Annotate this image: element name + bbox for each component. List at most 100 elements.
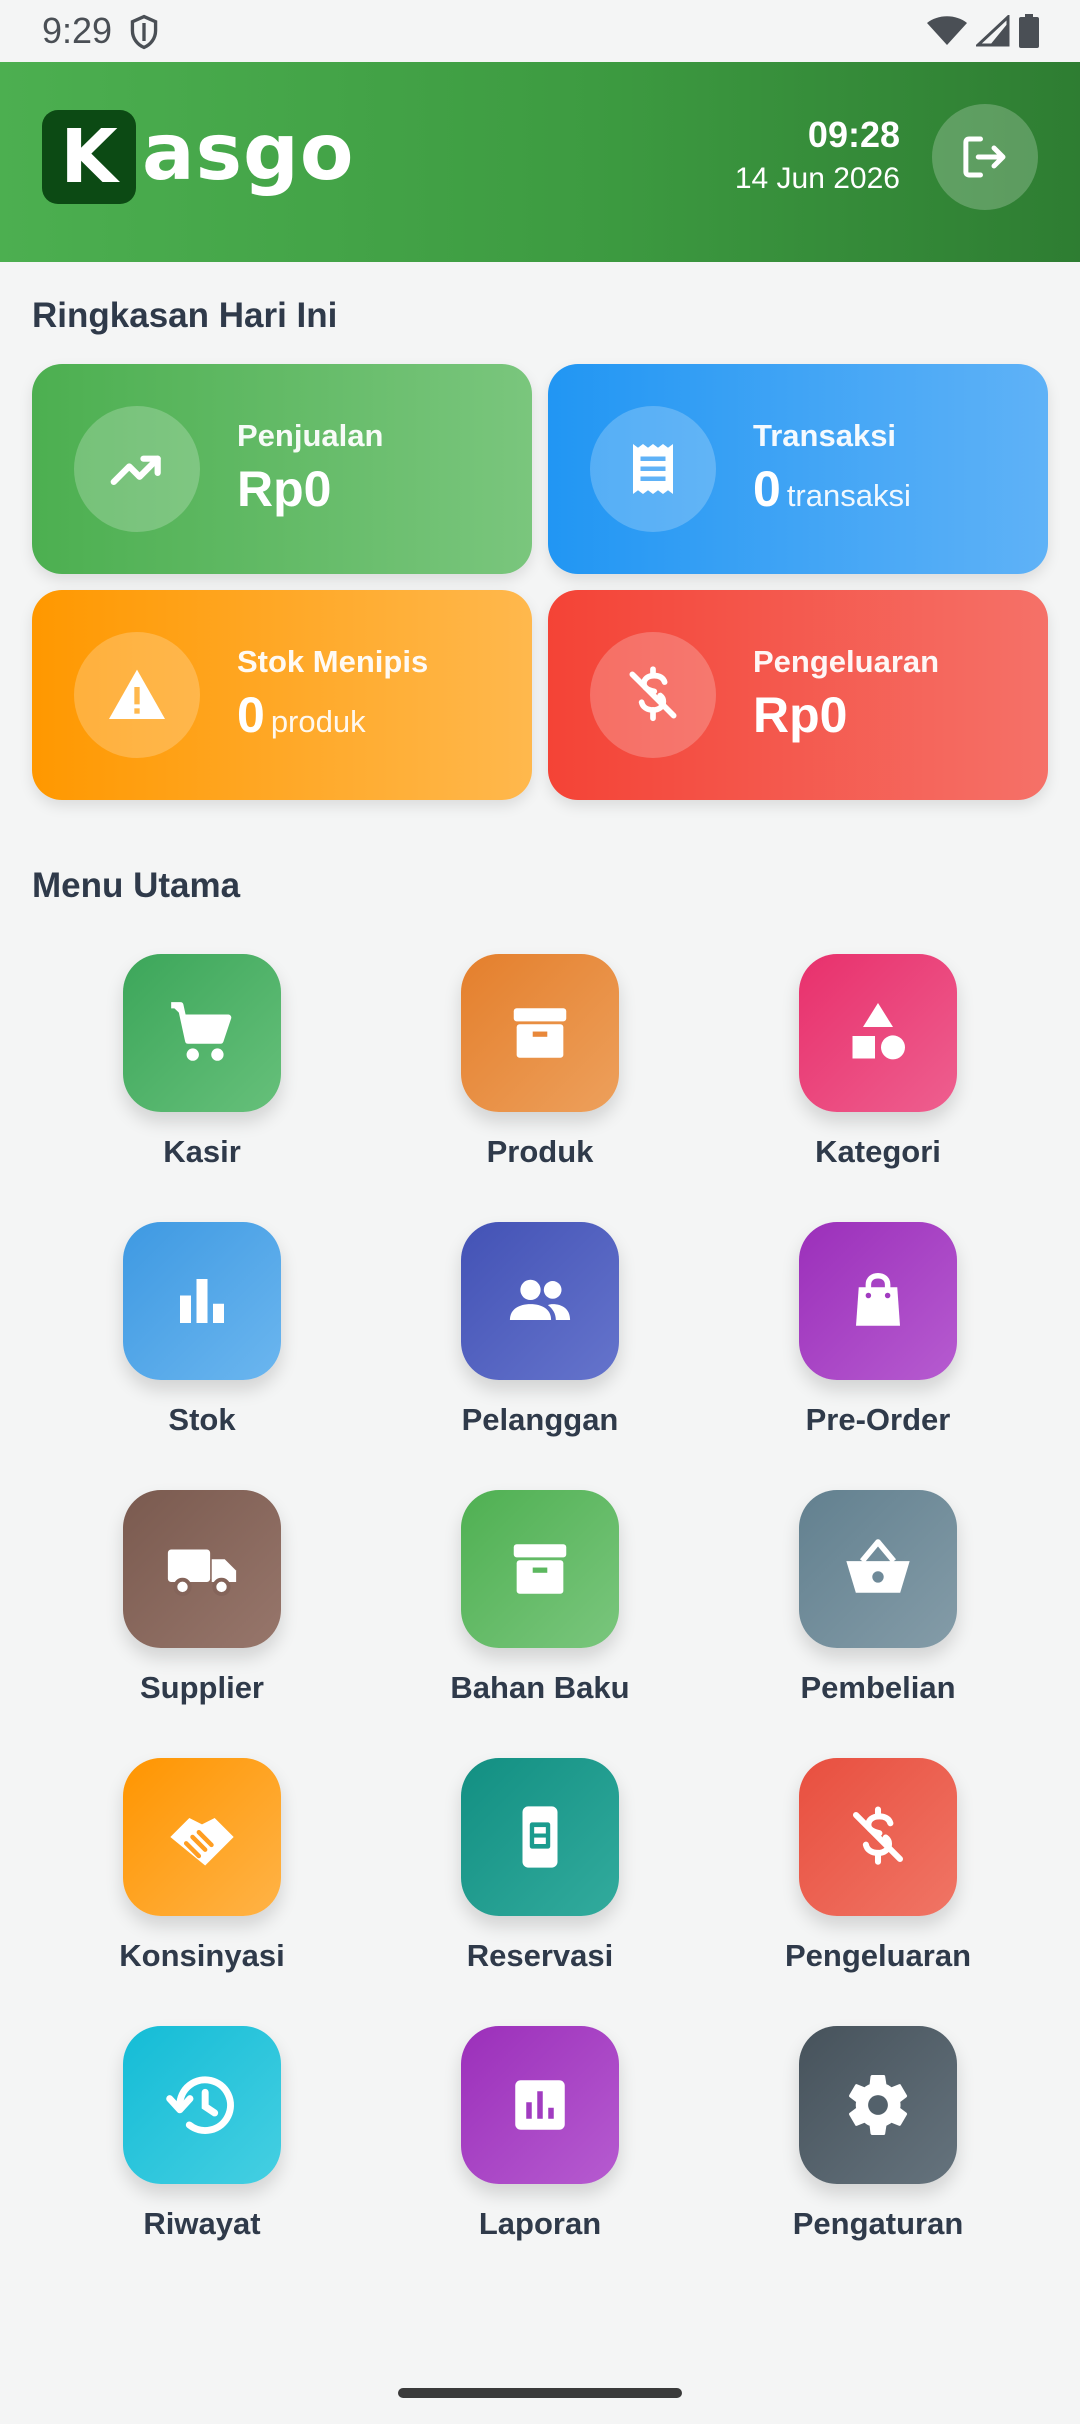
menu-item-stok[interactable]: Stok [72, 1222, 332, 1452]
menu-tile [799, 1490, 957, 1648]
menu-item-pengeluaran[interactable]: Pengeluaran [748, 1758, 1008, 1988]
menu-item-pembelian[interactable]: Pembelian [748, 1490, 1008, 1720]
header-date: 14 Jun 2026 [734, 162, 900, 195]
menu-tile [799, 1758, 957, 1916]
menu-label: Konsinyasi [119, 1938, 285, 1973]
home-indicator[interactable] [398, 2388, 682, 2398]
card-icon-bg [590, 406, 716, 532]
menu-tile [123, 1222, 281, 1380]
shapes-icon [852, 1003, 905, 1060]
card-value-number: Rp0 [237, 461, 332, 517]
menu-tile [461, 1758, 619, 1916]
menu-tile [123, 2026, 281, 2184]
app-header: K asgo 09:28 14 Jun 2026 [0, 62, 1080, 262]
archive-box-icon [513, 1544, 567, 1594]
card-value: Rp0 [753, 686, 847, 744]
people-icon [509, 1279, 571, 1320]
header-time: 09:28 [807, 114, 900, 155]
menu-tile [799, 2026, 957, 2184]
cart-icon [171, 1002, 232, 1061]
wifi-icon [927, 16, 967, 45]
menu-label: Pembelian [800, 1670, 956, 1705]
menu-item-bahan-baku[interactable]: Bahan Baku [410, 1490, 670, 1720]
logo-mark: K [42, 110, 136, 204]
report-icon [515, 2080, 565, 2130]
card-pengeluaran[interactable]: Pengeluaran Rp0 [548, 590, 1048, 800]
card-transaksi[interactable]: Transaksi 0 transaksi [548, 364, 1048, 574]
phone-booking-icon [522, 1806, 558, 1868]
battery-icon [1019, 14, 1039, 48]
card-value-number: 0 [237, 687, 265, 743]
menu-label: Pre-Order [805, 1402, 951, 1437]
handshake-icon [170, 1818, 234, 1866]
menu-tile [123, 954, 281, 1112]
card-icon-bg [74, 406, 200, 532]
menu-tile [123, 1490, 281, 1648]
history-icon [166, 2076, 234, 2134]
menu-label: Produk [486, 1134, 594, 1169]
menu-item-kategori[interactable]: Kategori [748, 954, 1008, 1184]
menu-item-supplier[interactable]: Supplier [72, 1490, 332, 1720]
menu-item-riwayat[interactable]: Riwayat [72, 2026, 332, 2256]
menu-tile [799, 954, 957, 1112]
card-label: Penjualan [237, 418, 384, 453]
card-stok-menipis[interactable]: Stok Menipis 0 produk [32, 590, 532, 800]
card-label: Transaksi [753, 418, 897, 453]
menu-title: Menu Utama [32, 866, 241, 905]
trending-up-icon [110, 455, 161, 486]
menu-label: Kategori [815, 1134, 941, 1169]
menu-label: Pelanggan [461, 1402, 619, 1437]
menu-item-pengaturan[interactable]: Pengaturan [748, 2026, 1008, 2256]
logout-button[interactable] [932, 104, 1038, 210]
card-value: 0 produk [237, 686, 366, 744]
money-off-icon [629, 666, 677, 722]
shield-icon [130, 14, 158, 50]
menu-item-pre-order[interactable]: Pre-Order [748, 1222, 1008, 1452]
card-value-unit: transaksi [786, 478, 911, 513]
menu-item-laporan[interactable]: Laporan [410, 2026, 670, 2256]
truck-icon [167, 1549, 237, 1596]
card-label: Pengeluaran [753, 644, 940, 679]
card-value-number: 0 [753, 461, 781, 517]
menu-item-pelanggan[interactable]: Pelanggan [410, 1222, 670, 1452]
menu-label: Pengeluaran [784, 1938, 972, 1973]
menu-label: Pengaturan [792, 2206, 964, 2241]
menu-item-produk[interactable]: Produk [410, 954, 670, 1184]
logo-text: asgo [142, 108, 355, 198]
menu-tile [461, 2026, 619, 2184]
menu-tile [123, 1758, 281, 1916]
card-value-number: Rp0 [753, 687, 848, 743]
menu-tile [461, 1490, 619, 1648]
menu-label: Supplier [139, 1670, 264, 1705]
logout-icon [963, 136, 1006, 178]
warning-icon [109, 669, 165, 719]
menu-label: Bahan Baku [450, 1670, 630, 1705]
menu-label: Riwayat [143, 2206, 261, 2241]
archive-box-icon [513, 1008, 567, 1058]
card-value: 0 transaksi [753, 460, 911, 518]
menu-label: Stok [168, 1402, 236, 1437]
menu-label: Reservasi [466, 1938, 614, 1973]
bar-chart-icon [180, 1279, 224, 1323]
gear-icon [849, 2075, 908, 2135]
basket-icon [846, 1539, 910, 1593]
menu-item-kasir[interactable]: Kasir [72, 954, 332, 1184]
menu-item-reservasi[interactable]: Reservasi [410, 1758, 670, 1988]
signal-icon [976, 15, 1010, 47]
card-penjualan[interactable]: Penjualan Rp0 [32, 364, 532, 574]
card-icon-bg [74, 632, 200, 758]
menu-label: Laporan [478, 2206, 602, 2241]
menu-item-konsinyasi[interactable]: Konsinyasi [72, 1758, 332, 1988]
card-value: Rp0 [237, 460, 331, 518]
shopping-bag-icon [856, 1272, 900, 1326]
card-icon-bg [590, 632, 716, 758]
menu-tile [799, 1222, 957, 1380]
status-time: 9:29 [42, 10, 113, 51]
menu-tile [461, 954, 619, 1112]
status-bar: 9:29 [0, 0, 1080, 62]
money-off-icon [852, 1806, 904, 1865]
card-value-unit: produk [270, 704, 366, 739]
menu-tile [461, 1222, 619, 1380]
menu-label: Kasir [163, 1134, 241, 1169]
summary-title: Ringkasan Hari Ini [32, 296, 338, 335]
